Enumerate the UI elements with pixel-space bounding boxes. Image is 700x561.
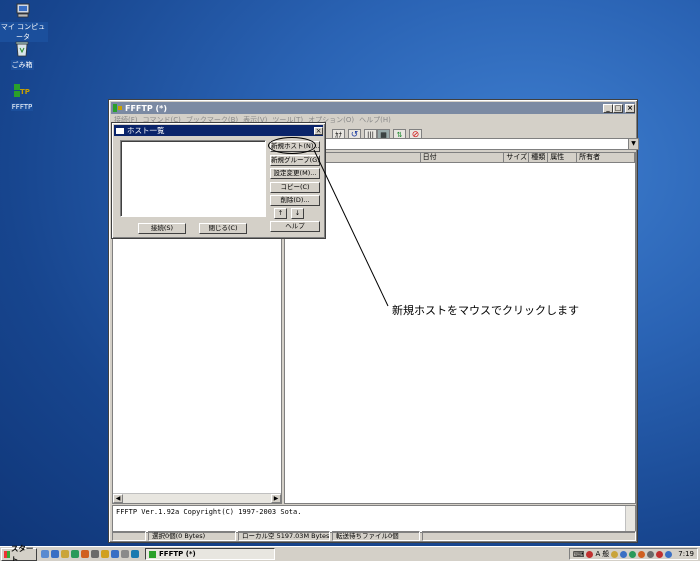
tray-icon[interactable] (611, 550, 619, 558)
desktop-icon-label: マイ コンピュータ (0, 22, 48, 42)
quicklaunch-icon[interactable] (91, 550, 99, 558)
desktop-icon-label: FFFTP (10, 103, 34, 111)
window-title: FFFTP (*) (125, 103, 167, 113)
quick-launch (41, 550, 139, 558)
clock[interactable]: 7:19 (678, 550, 694, 558)
desktop-icon-label: ごみ箱 (10, 60, 34, 70)
tray-icon[interactable] (647, 550, 655, 558)
annotation-circle (268, 137, 316, 154)
start-button[interactable]: スタート (1, 544, 37, 561)
status-local-free: ローカル空 5197.03M Bytes (238, 531, 330, 541)
log-area[interactable]: FFFTP Ver.1.92a Copyright(C) 1997-2003 S… (112, 505, 636, 533)
host-list[interactable] (120, 140, 266, 217)
dialog-title-bar[interactable]: ホスト一覧 × (114, 125, 323, 136)
taskbar: スタート FFFTP (*) ⌨ A 般 7:19 (0, 544, 700, 561)
taskbar-ffftp-button[interactable]: FFFTP (*) (145, 548, 275, 560)
close-dialog-button[interactable]: 閉じる(C) (199, 223, 247, 234)
window-icon (116, 127, 124, 134)
quicklaunch-icon[interactable] (111, 550, 119, 558)
status-selection: 選択0個(0 Bytes) (148, 531, 236, 541)
copy-button[interactable]: コピー(C) (270, 182, 320, 193)
desktop-icon-recycle-bin[interactable]: ごみ箱 (0, 40, 47, 70)
move-down-button[interactable]: ↓ (291, 208, 304, 219)
ime-icon[interactable] (586, 550, 594, 558)
status-bar: 選択0個(0 Bytes) ローカル空 5197.03M Bytes 転送待ちフ… (112, 531, 636, 541)
ffftp-app-icon: TP (13, 83, 31, 101)
recycle-bin-icon (13, 40, 31, 58)
maximize-button[interactable]: □ (613, 103, 623, 113)
help-button[interactable]: ヘルプ (270, 221, 320, 232)
local-file-list[interactable]: ◀ ▶ (112, 232, 282, 504)
svg-text:TP: TP (20, 88, 30, 96)
tray-icon[interactable] (665, 550, 673, 558)
system-tray: ⌨ A 般 7:19 (568, 548, 698, 560)
close-button[interactable]: × (625, 103, 635, 113)
dialog-title: ホスト一覧 (127, 126, 165, 135)
scroll-right-icon[interactable]: ▶ (271, 494, 281, 503)
column-attr[interactable]: 属性 (548, 153, 578, 163)
chevron-down-icon[interactable]: ▼ (628, 139, 638, 149)
connect-button[interactable]: 接続(S) (138, 223, 186, 234)
ffftp-app-icon (113, 104, 122, 112)
ime-mode[interactable]: 般 (602, 549, 609, 559)
column-type[interactable]: 種類 (529, 153, 549, 163)
tray-icon[interactable] (656, 550, 664, 558)
column-owner[interactable]: 所有者 (577, 153, 635, 163)
move-up-button[interactable]: ↑ (274, 208, 287, 219)
tray-icon[interactable] (638, 550, 646, 558)
quicklaunch-icon[interactable] (121, 550, 129, 558)
edit-settings-button[interactable]: 設定変更(M)... (270, 168, 320, 179)
log-vscrollbar[interactable] (625, 506, 635, 532)
annotation-text: 新規ホストをマウスでクリックします (392, 304, 579, 317)
start-label: スタート (10, 544, 34, 561)
quicklaunch-icon[interactable] (41, 550, 49, 558)
local-hscrollbar[interactable]: ◀ ▶ (113, 493, 281, 503)
windows-logo-icon (4, 550, 10, 558)
quicklaunch-icon[interactable] (51, 550, 59, 558)
quicklaunch-icon[interactable] (81, 550, 89, 558)
title-bar[interactable]: FFFTP (*) _ □ × (111, 102, 635, 114)
dialog-close-button[interactable]: × (314, 126, 323, 135)
ffftp-app-icon (149, 550, 156, 558)
remote-file-list[interactable]: 日付 サイズ 種類 属性 所有者 (284, 152, 636, 504)
log-text: FFFTP Ver.1.92a Copyright(C) 1997-2003 S… (116, 508, 302, 516)
new-group-button[interactable]: 新規グループ(G)... (270, 155, 320, 166)
tray-icon[interactable] (629, 550, 637, 558)
menu-help[interactable]: ヘルプ(H) (359, 115, 391, 125)
remote-column-headers: 日付 サイズ 種類 属性 所有者 (285, 153, 635, 163)
quicklaunch-icon[interactable] (61, 550, 69, 558)
quicklaunch-icon[interactable] (131, 550, 139, 558)
computer-icon (14, 2, 32, 20)
delete-button[interactable]: 削除(D)... (270, 195, 320, 206)
scroll-left-icon[interactable]: ◀ (113, 494, 123, 503)
minimize-button[interactable]: _ (603, 103, 613, 113)
tray-icon[interactable] (620, 550, 628, 558)
status-queue: 転送待ちファイル0個 (332, 531, 420, 541)
quicklaunch-icon[interactable] (101, 550, 109, 558)
column-size[interactable]: サイズ (504, 153, 530, 163)
remote-path-combo[interactable]: ▼ (284, 138, 639, 150)
quicklaunch-icon[interactable] (71, 550, 79, 558)
task-label: FFFTP (*) (159, 550, 196, 558)
ime-alpha[interactable]: A (595, 550, 600, 558)
column-date[interactable]: 日付 (420, 153, 505, 163)
status-blank (112, 531, 146, 541)
desktop-icon-my-computer[interactable]: マイ コンピュータ (0, 2, 48, 42)
status-extra (422, 531, 636, 541)
keyboard-icon[interactable]: ⌨ (573, 550, 585, 559)
desktop-icon-ffftp[interactable]: TP FFFTP (0, 83, 47, 111)
